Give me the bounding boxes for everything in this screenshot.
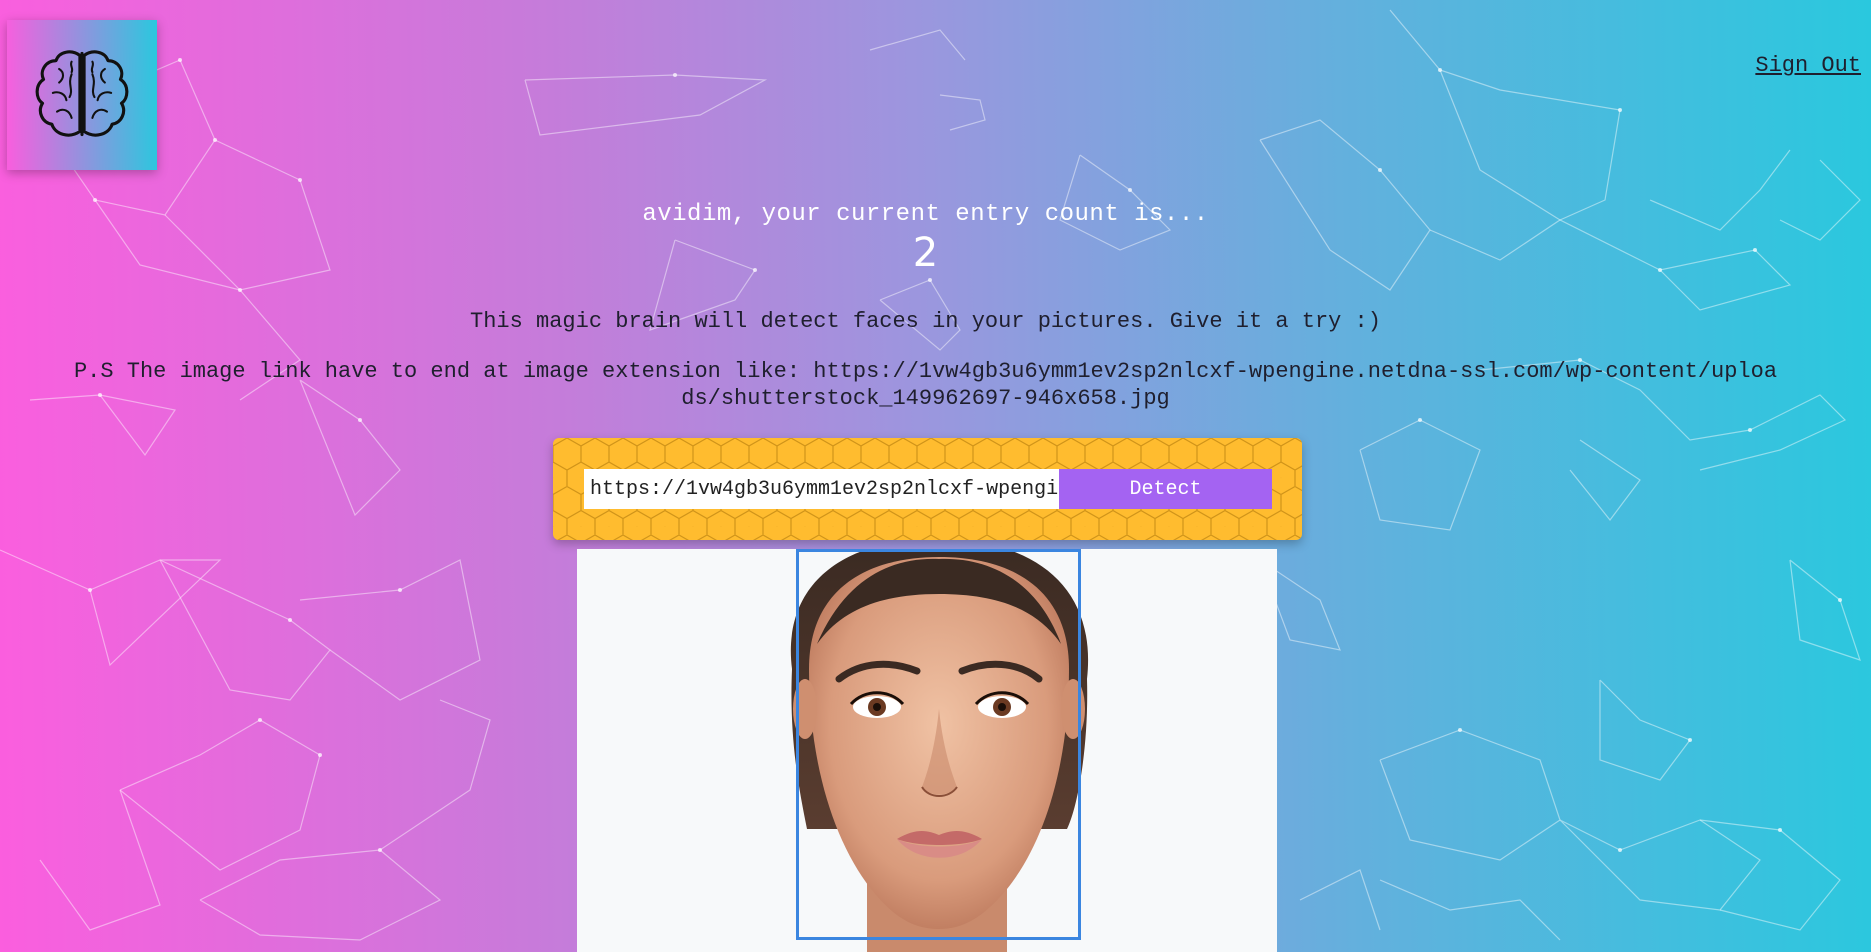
image-link-hint: P.S The image link have to end at image … [73, 359, 1778, 411]
image-link-form: Detect [553, 438, 1302, 540]
brain-icon [35, 50, 129, 137]
face-bounding-box [796, 549, 1081, 940]
sign-out-link[interactable]: Sign Out [1755, 53, 1861, 78]
result-image [577, 549, 1277, 952]
logo[interactable] [7, 20, 157, 170]
detect-button[interactable]: Detect [1059, 469, 1272, 509]
entry-count-value: 2 [912, 230, 939, 276]
image-url-input[interactable] [584, 469, 1064, 509]
entry-count-label: avidim, your current entry count is... [642, 201, 1209, 228]
intro-text: This magic brain will detect faces in yo… [470, 309, 1381, 334]
